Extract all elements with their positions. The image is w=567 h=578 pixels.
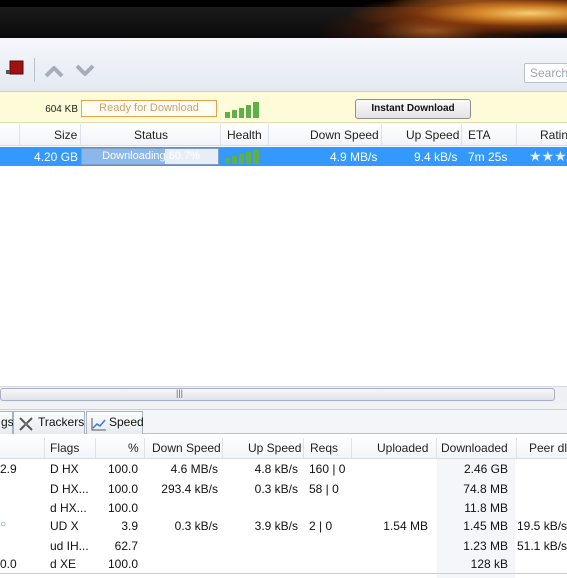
peer-downloaded: 2.46 GB [463,462,508,476]
column-separator [95,438,96,458]
column-separator [19,124,20,145]
tab-settings[interactable]: gs [0,411,14,434]
peer-down-speed: 293.4 kB/s [161,482,218,496]
peer-status-dot-icon: ○ [0,519,7,530]
peer-up-speed: 4.8 kB/s [254,462,298,476]
peer-flags: UD X [50,519,79,533]
column-separator [516,124,517,145]
column-header-peer-dl[interactable]: Peer dl. [529,441,567,455]
peer-downloaded: 74.8 MB [463,482,508,496]
health-bars-icon [225,101,265,118]
peer-uploaded: 1.54 MB [383,519,428,533]
ready-status-box: Ready for Download [81,100,217,117]
column-header-flags[interactable]: Flags [50,441,79,455]
column-header-up-speed[interactable]: Up Speed [406,128,459,142]
column-separator [436,438,437,458]
panel-splitter[interactable] [0,403,567,410]
column-header-percent[interactable]: % [128,441,139,455]
peer-down-speed: 0.3 kB/s [174,519,218,533]
torrent-size: 4.20 GB [34,150,79,164]
torrent-up-speed: 9.4 kB/s [414,150,458,164]
peer-downloaded: 11.8 MB [464,501,508,515]
peer-up-speed: 0.3 kB/s [254,482,298,496]
column-separator [80,124,81,145]
peer-percent: 3.9 [121,519,138,533]
torrent-eta: 7m 25s [468,150,508,164]
download-progress-bar: Downloading 60.7% [81,148,219,165]
tab-label: gs [1,415,14,429]
peer-dl-speed: 51.1 kB/s [517,539,567,553]
column-header-up-speed[interactable]: Up Speed [248,441,301,455]
rating-stars-icon[interactable]: ★★★ [529,148,567,165]
progress-label: Downloading 60.7% [102,150,200,162]
file-size-label: 604 KB [45,104,78,115]
peer-dl-speed: 19.5 kB/s [517,519,567,533]
column-separator [381,124,382,145]
tab-label: Trackers [38,415,85,429]
instant-download-button[interactable]: Instant Download [355,99,471,119]
peer-flags: D HX [50,462,79,476]
search-input[interactable]: Search [524,63,567,83]
scrollbar-thumb[interactable] [0,388,555,401]
move-up-icon[interactable] [44,64,64,78]
speed-chart-icon [91,418,106,431]
column-header-eta[interactable]: ETA [468,128,490,142]
top-banner [0,0,567,38]
column-separator [222,438,223,458]
peer-downloaded: 128 kB [470,557,508,571]
tab-label: Speed [109,415,144,429]
column-separator [220,124,221,145]
column-header-downloaded[interactable]: Downloaded [441,441,508,455]
column-header-rating[interactable]: Ratin [540,128,567,142]
peer-up-speed: 3.9 kB/s [254,519,298,533]
peer-downloaded: 1.45 MB [463,519,508,533]
column-separator [268,124,269,145]
column-separator [516,438,517,458]
peer-flags: d XE [50,557,77,571]
column-header-size[interactable]: Size [54,128,77,142]
tab-trackers[interactable]: Trackers [13,411,85,434]
trackers-icon [19,417,33,431]
column-separator [144,438,145,458]
column-separator [461,124,462,145]
column-header-down-speed[interactable]: Down Speed [310,128,379,142]
peer-address: 0.0 [0,557,17,571]
peer-flags: D HX... [50,482,89,496]
column-separator [44,438,45,458]
column-header-reqs[interactable]: Reqs [310,441,338,455]
peer-address: 2.9 [0,462,17,476]
peer-percent: 100.0 [107,557,138,571]
column-header-uploaded[interactable]: Uploaded [377,441,428,455]
column-separator [351,438,352,458]
bottom-rule [0,573,567,574]
column-header-down-speed[interactable]: Down Speed [152,441,221,455]
peer-reqs: 58 | 0 [309,482,339,496]
torrent-down-speed: 4.9 MB/s [330,150,378,164]
peer-percent: 100.0 [107,462,138,476]
toolbar-separator [34,58,35,82]
peer-percent: 100.0 [107,501,138,515]
column-header-health[interactable]: Health [227,128,262,142]
column-header-status[interactable]: Status [134,128,168,142]
stop-icon[interactable] [6,60,24,78]
move-down-icon[interactable] [75,64,95,78]
peer-percent: 62.7 [114,539,138,553]
peer-reqs: 160 | 0 [309,462,346,476]
banner-artwork [320,0,567,38]
peer-percent: 100.0 [107,482,138,496]
tab-speed[interactable]: Speed [86,411,144,434]
peer-down-speed: 4.6 MB/s [170,462,218,476]
column-separator [303,438,304,458]
peer-downloaded: 1.23 MB [463,539,508,553]
health-bars-icon [225,150,265,164]
peer-flags: ud IH... [50,539,89,553]
scrollbar-grip-icon: ||| [176,388,184,398]
peer-flags: d HX... [50,501,87,515]
